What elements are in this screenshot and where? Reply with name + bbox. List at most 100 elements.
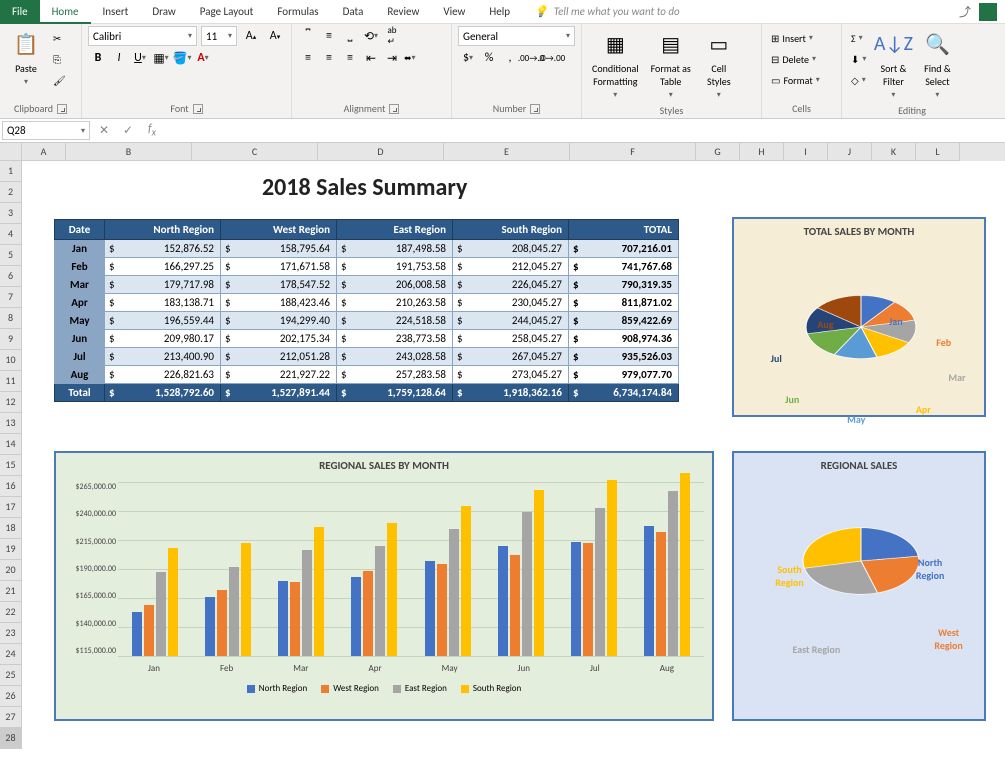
tab-data[interactable]: Data bbox=[331, 0, 376, 24]
formula-input[interactable] bbox=[164, 129, 1005, 133]
row-header[interactable]: 18 bbox=[0, 518, 22, 539]
column-header[interactable]: I bbox=[784, 143, 828, 161]
row-header[interactable]: 17 bbox=[0, 497, 22, 518]
grow-font-button[interactable]: A▴ bbox=[241, 26, 261, 46]
column-header[interactable]: A bbox=[22, 143, 66, 161]
tab-file[interactable]: File bbox=[0, 0, 40, 24]
column-header[interactable]: C bbox=[192, 143, 318, 161]
row-header[interactable]: 15 bbox=[0, 455, 22, 476]
align-top-button[interactable]: ⎴ bbox=[298, 26, 318, 46]
row-header[interactable]: 23 bbox=[0, 623, 22, 644]
select-all[interactable] bbox=[0, 143, 22, 161]
find-select-button[interactable]: 🔍Find & Select▾ bbox=[917, 26, 957, 102]
decrease-indent-button[interactable]: ⇤ bbox=[361, 48, 381, 68]
row-header[interactable]: 27 bbox=[0, 707, 22, 728]
cancel-formula-button[interactable]: ✕ bbox=[92, 121, 116, 141]
row-header[interactable]: 4 bbox=[0, 224, 22, 245]
row-header[interactable]: 19 bbox=[0, 539, 22, 560]
orientation-button[interactable]: ⟲▾ bbox=[361, 26, 381, 46]
row-header[interactable]: 1 bbox=[0, 161, 22, 182]
merge-button[interactable]: ⬌▾ bbox=[403, 48, 417, 68]
align-middle-button[interactable]: ≡ bbox=[319, 26, 339, 46]
row-header[interactable]: 16 bbox=[0, 476, 22, 497]
share-icon[interactable]: ⤴ bbox=[959, 3, 971, 20]
worksheet[interactable]: 2018 Sales Summary DateNorth RegionWest … bbox=[22, 161, 1005, 749]
shrink-font-button[interactable]: A▾ bbox=[265, 26, 285, 46]
row-header[interactable]: 20 bbox=[0, 560, 22, 581]
paste-button[interactable]: 📋Paste▾ bbox=[6, 26, 46, 89]
row-header[interactable]: 21 bbox=[0, 581, 22, 602]
align-center-button[interactable]: ≡ bbox=[319, 48, 339, 68]
bold-button[interactable]: B bbox=[88, 48, 108, 68]
row-header[interactable]: 25 bbox=[0, 665, 22, 686]
format-painter-button[interactable]: 🖌 bbox=[50, 70, 69, 90]
wrap-text-button[interactable]: ab↵ bbox=[382, 26, 402, 46]
number-format-combo[interactable]: General▾ bbox=[458, 26, 575, 46]
percent-button[interactable]: % bbox=[479, 48, 499, 68]
clear-button[interactable]: ◇▾ bbox=[848, 70, 869, 90]
currency-button[interactable]: $▾ bbox=[458, 48, 478, 68]
row-header[interactable]: 28 bbox=[0, 728, 22, 749]
pie-chart-regional[interactable]: REGIONAL SALES North RegionWest RegionEa… bbox=[732, 451, 986, 721]
column-header[interactable]: K bbox=[872, 143, 916, 161]
tell-me[interactable]: 💡Tell me what you want to do bbox=[522, 0, 692, 24]
format-as-table-button[interactable]: ▤Format as Table▾ bbox=[647, 26, 695, 102]
column-header[interactable]: F bbox=[570, 143, 696, 161]
align-right-button[interactable]: ≡ bbox=[340, 48, 360, 68]
row-header[interactable]: 3 bbox=[0, 203, 22, 224]
align-bottom-button[interactable]: ⎵ bbox=[340, 26, 360, 46]
column-header[interactable]: H bbox=[740, 143, 784, 161]
alignment-launcher[interactable] bbox=[389, 104, 399, 114]
name-box[interactable]: Q28▾ bbox=[2, 121, 90, 140]
pie-chart-monthly[interactable]: TOTAL SALES BY MONTH JanFebMarAprMayJunJ… bbox=[732, 217, 986, 417]
font-launcher[interactable] bbox=[193, 104, 203, 114]
column-header[interactable]: J bbox=[828, 143, 872, 161]
row-header[interactable]: 11 bbox=[0, 371, 22, 392]
row-header[interactable]: 14 bbox=[0, 434, 22, 455]
tab-page-layout[interactable]: Page Layout bbox=[188, 0, 266, 24]
row-header[interactable]: 9 bbox=[0, 329, 22, 350]
tab-home[interactable]: Home bbox=[40, 0, 91, 24]
autosum-button[interactable]: Σ▾ bbox=[848, 28, 869, 48]
column-header[interactable]: B bbox=[66, 143, 192, 161]
column-header[interactable]: G bbox=[696, 143, 740, 161]
row-header[interactable]: 24 bbox=[0, 644, 22, 665]
row-header[interactable]: 2 bbox=[0, 182, 22, 203]
clipboard-launcher[interactable] bbox=[57, 104, 67, 114]
row-header[interactable]: 8 bbox=[0, 308, 22, 329]
copy-button[interactable]: ⎘ bbox=[50, 49, 69, 69]
format-cells-button[interactable]: ▭Format▾ bbox=[768, 70, 835, 90]
insert-cells-button[interactable]: ⊞Insert▾ bbox=[768, 28, 835, 48]
decrease-decimal-button[interactable]: .0→.00 bbox=[542, 48, 562, 68]
tab-help[interactable]: Help bbox=[477, 0, 522, 24]
tab-review[interactable]: Review bbox=[375, 0, 431, 24]
cell-styles-button[interactable]: ▭Cell Styles▾ bbox=[699, 26, 739, 102]
row-header[interactable]: 7 bbox=[0, 287, 22, 308]
cut-button[interactable]: ✂ bbox=[50, 28, 69, 48]
number-launcher[interactable] bbox=[530, 104, 540, 114]
tab-draw[interactable]: Draw bbox=[140, 0, 187, 24]
fill-color-button[interactable]: 🪣▾ bbox=[172, 48, 192, 68]
borders-button[interactable]: ▦▾ bbox=[151, 48, 171, 68]
underline-button[interactable]: U▾ bbox=[130, 48, 150, 68]
fx-button[interactable]: fx bbox=[140, 121, 164, 141]
tab-view[interactable]: View bbox=[431, 0, 477, 24]
tab-formulas[interactable]: Formulas bbox=[265, 0, 330, 24]
enter-formula-button[interactable]: ✓ bbox=[116, 121, 140, 141]
row-header[interactable]: 5 bbox=[0, 245, 22, 266]
increase-indent-button[interactable]: ⇥ bbox=[382, 48, 402, 68]
row-header[interactable]: 6 bbox=[0, 266, 22, 287]
font-name-combo[interactable]: Calibri▾ bbox=[88, 26, 197, 46]
row-header[interactable]: 12 bbox=[0, 392, 22, 413]
row-header[interactable]: 22 bbox=[0, 602, 22, 623]
column-header[interactable]: D bbox=[318, 143, 444, 161]
tab-insert[interactable]: Insert bbox=[91, 0, 141, 24]
font-size-combo[interactable]: 11▾ bbox=[201, 26, 237, 46]
row-header[interactable]: 13 bbox=[0, 413, 22, 434]
column-header[interactable]: E bbox=[444, 143, 570, 161]
font-color-button[interactable]: A▾ bbox=[193, 48, 213, 68]
row-header[interactable]: 10 bbox=[0, 350, 22, 371]
column-header[interactable]: L bbox=[916, 143, 960, 161]
delete-cells-button[interactable]: ⊟Delete▾ bbox=[768, 49, 835, 69]
bar-chart-regional[interactable]: REGIONAL SALES BY MONTH $265,000.00$240,… bbox=[54, 451, 714, 721]
